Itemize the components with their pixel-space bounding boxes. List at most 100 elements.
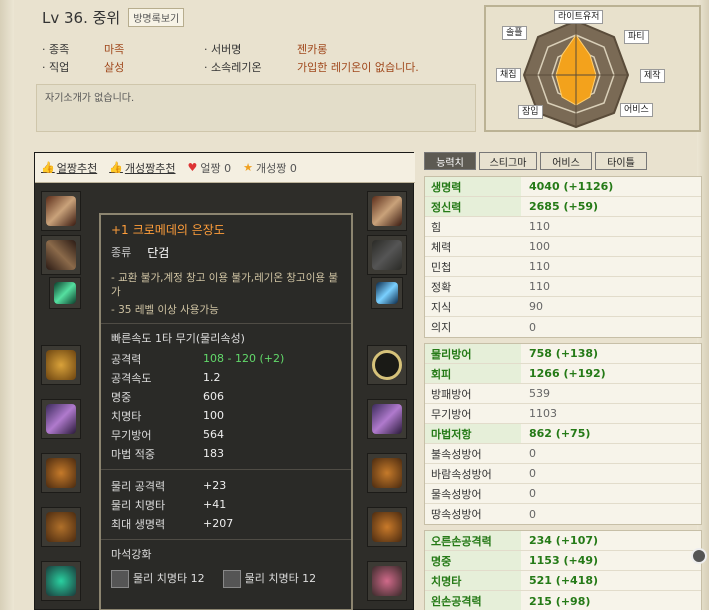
stat-key: 물리 공격력 [111,479,166,493]
item-note: - 35 레벨 이상 사용가능 [111,304,219,316]
stat-row: 무기방어 1103 [425,404,701,424]
equip-slot-arrow[interactable] [49,277,81,309]
scroll-top-button[interactable] [691,548,707,564]
manastone-label: 물리 치명타 12 [133,572,205,585]
stats-tabs: 능력치 스티그마 어비스 타이틀 [424,152,647,170]
stat-key: 명중 [111,390,132,404]
stat-value: 0 [529,447,536,460]
unique-recommend-link[interactable]: 👍 개성짱추천 [109,160,175,176]
equip-slot-bow[interactable] [41,235,81,275]
guestbook-button[interactable]: 방명록보기 [128,8,185,27]
equip-slot-helmet[interactable] [41,345,81,385]
equip-slot-feather[interactable] [367,399,407,439]
tooltip-title-section: +1 크로메데의 은장도 종류 단검 - 교환 불가,계정 창고 이용 불가,레기… [101,215,351,324]
dagger-icon [372,196,402,226]
stats-panel: 생명력 4040 (+1126) 정신력 2685 (+59) 힘 110 체력 100… [424,176,702,610]
stat-row: 물속성방어 0 [425,484,701,504]
stat-value: 0 [529,320,536,334]
equip-slot-gem[interactable] [371,277,403,309]
item-kind-row: 종류 단검 [111,244,341,261]
equip-slot-shoulder[interactable] [41,399,81,439]
unique-count-label: 개성짱 0 [256,161,297,175]
tooltip-bonus-stats: 물리 공격력 +23 물리 치명타 +41 최대 생명력 +207 [101,470,351,540]
thumb-icon: 👍 [41,161,55,174]
stat-key: 정신력 [425,197,521,216]
race-label: · 종족 [42,43,70,56]
stat-key: 치명타 [111,409,142,423]
feather-icon [46,404,76,434]
heart-icon: ♥ [187,161,198,174]
like-recommend-label: 얼짱추천 [56,161,98,175]
playstyle-radar: 라이트유저 파티 제작 어비스 잠입 채집 솔플 [484,5,701,132]
necklace-icon [372,350,402,380]
tab-stigma[interactable]: 스티그마 [479,152,537,170]
stat-row: 오른손공격력 234 (+107) [425,531,701,551]
stat-row: 바람속성방어 0 [425,464,701,484]
stat-value: 606 [203,390,224,403]
item-name: 크로메데의 은장도 [132,223,225,237]
radar-label-craft[interactable]: 제작 [640,69,665,83]
stat-row: 마법 적중 183 [111,444,341,463]
stat-key: 치명타 [425,571,521,590]
like-count-label: 얼짱 0 [200,161,232,175]
radar-label-solo[interactable]: 솔플 [502,26,527,40]
radar-label-party[interactable]: 파티 [624,30,649,44]
stat-value: 0 [529,487,536,500]
equip-slot-chest[interactable] [41,453,81,493]
weapon-type-heading: 빠른속도 1타 무기(물리속성) [111,332,245,345]
equip-slot-ring[interactable] [367,561,407,601]
like-recommend-link[interactable]: 👍 얼짱추천 [41,160,97,176]
stat-value: 2685 (+59) [529,200,599,213]
equip-slot-off-weapon[interactable] [367,191,407,231]
radar-label-stealth[interactable]: 잠입 [518,105,543,119]
equip-slot-pants[interactable] [41,507,81,547]
equip-slot-boots[interactable] [367,507,407,547]
stat-key: 무기방어 [431,407,472,421]
item-tooltip: +1 크로메데의 은장도 종류 단검 - 교환 불가,계정 창고 이용 불가,레기… [99,213,353,610]
tab-title[interactable]: 타이틀 [595,152,647,170]
like-count: ♥ 얼짱 0 [188,160,232,176]
stat-row: 방패방어 539 [425,384,701,404]
stat-key: 불속성방어 [431,447,482,461]
stat-key: 체력 [431,240,452,254]
stat-key: 생명력 [425,177,521,196]
equip-slot-gloves[interactable] [367,453,407,493]
recommend-bar: 👍 얼짱추천 👍 개성짱추천 ♥ 얼짱 0 ★ 개성짱 0 [35,153,415,183]
equip-slot-main-weapon[interactable] [41,191,81,231]
stat-key: 물리방어 [425,344,521,363]
unique-recommend-label: 개성짱추천 [124,161,176,175]
radar-label-light-user[interactable]: 라이트유저 [554,10,604,24]
tooltip-manastone-section: 마석강화 물리 치명타 12 물리 치명타 12 [101,540,351,594]
stat-value: 564 [203,428,224,441]
paper-edge-left [0,0,14,610]
profile-header: Lv 36. 중위 방명록보기 · 종족 마족 · 서버명 젠카롱 · 직업 살… [36,4,476,132]
stat-value: 110 [529,280,550,293]
stat-group-defense: 물리방어 758 (+138) 회피 1266 (+192) 방패방어 539 무기방… [424,343,702,525]
stat-value: 758 (+138) [529,347,599,360]
info-row-race: · 종족 마족 · 서버명 젠카롱 [42,40,472,58]
stat-value: 0 [529,507,536,521]
tab-stats[interactable]: 능력치 [424,152,476,170]
radar-label-abyss[interactable]: 어비스 [620,103,653,117]
stat-row: 땅속성방어 0 [425,504,701,524]
stat-row: 민첩 110 [425,257,701,277]
stat-value: 521 (+418) [529,574,599,587]
stat-row: 정확 110 [425,277,701,297]
stat-key: 마법저항 [425,424,521,443]
stat-row: 체력 100 [425,237,701,257]
radar-label-gather[interactable]: 채집 [496,68,521,82]
stat-key: 물속성방어 [431,487,482,501]
stat-key: 무기방어 [111,428,152,442]
legion-value: 가입한 레기온이 없습니다. [297,61,419,74]
equip-slot-empty-weapon[interactable] [367,235,407,275]
stat-value: +41 [203,498,227,511]
equip-slot-earring[interactable] [41,561,81,601]
tab-abyss[interactable]: 어비스 [540,152,592,170]
equip-slot-necklace[interactable] [367,345,407,385]
stat-row: 왼손공격력 215 (+98) [425,591,701,610]
stat-value: 539 [529,387,550,400]
stat-key: 방패방어 [431,387,472,401]
crystal-icon [54,282,76,304]
sword-icon [372,240,402,270]
stat-row: 최대 생명력 +207 [111,514,341,533]
